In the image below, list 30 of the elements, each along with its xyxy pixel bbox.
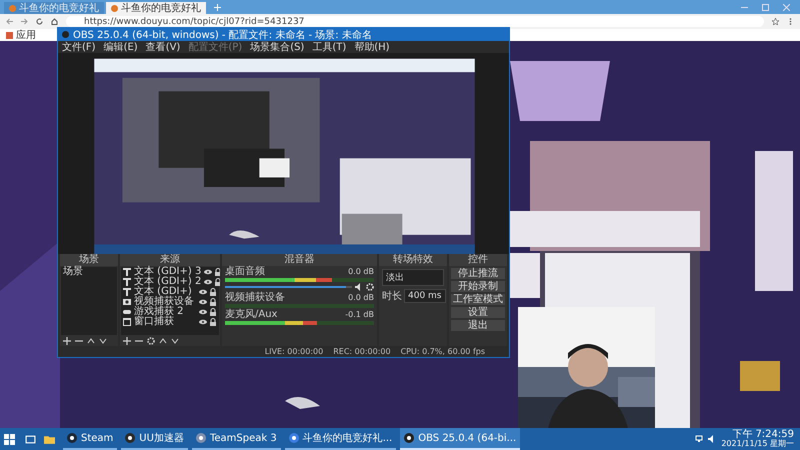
forward-icon[interactable] <box>21 18 28 25</box>
menu-icon[interactable] <box>787 18 794 25</box>
taskbar-item[interactable]: 斗鱼你的电竞好礼... <box>284 428 396 450</box>
taskbar-item[interactable]: Steam <box>63 428 118 450</box>
start-icon[interactable] <box>4 434 15 444</box>
taskbar-item[interactable]: UU加速器 <box>121 428 188 450</box>
app-icon <box>404 433 414 443</box>
new-tab-icon[interactable] <box>214 4 221 10</box>
reload-icon[interactable] <box>36 18 43 25</box>
clock[interactable]: 下午 7:24:59 2021/11/15 星期一 <box>721 430 794 448</box>
address-field[interactable]: https://www.douyu.com/topic/cjl07?rid=5431237 <box>66 16 764 27</box>
taskbar-item[interactable]: TeamSpeak 3 <box>192 428 281 450</box>
app-icon <box>125 433 136 443</box>
apps-icon <box>6 32 13 38</box>
browser-tab[interactable]: 斗鱼你的电竞好礼 <box>106 2 206 14</box>
folder-icon[interactable] <box>44 434 55 444</box>
app-icon <box>67 433 77 443</box>
task-view-icon[interactable] <box>25 434 36 444</box>
home-icon[interactable] <box>51 18 58 25</box>
bookmark-link[interactable]: 应用 <box>16 28 36 42</box>
site-icon <box>9 4 16 12</box>
window-title: OBS 25.0.4 (64-bit, windows) - 配置文件: 未命名 - 场景: 未命名 <box>73 28 372 42</box>
site-icon <box>111 4 118 12</box>
app-icon <box>196 433 206 443</box>
network-icon[interactable] <box>695 435 704 443</box>
taskbar-item[interactable]: OBS 25.0.4 (64-bi... <box>400 428 520 450</box>
back-icon[interactable] <box>6 18 13 25</box>
star-icon[interactable] <box>772 18 779 25</box>
app-icon <box>288 433 299 443</box>
obs-logo-icon <box>62 31 69 38</box>
